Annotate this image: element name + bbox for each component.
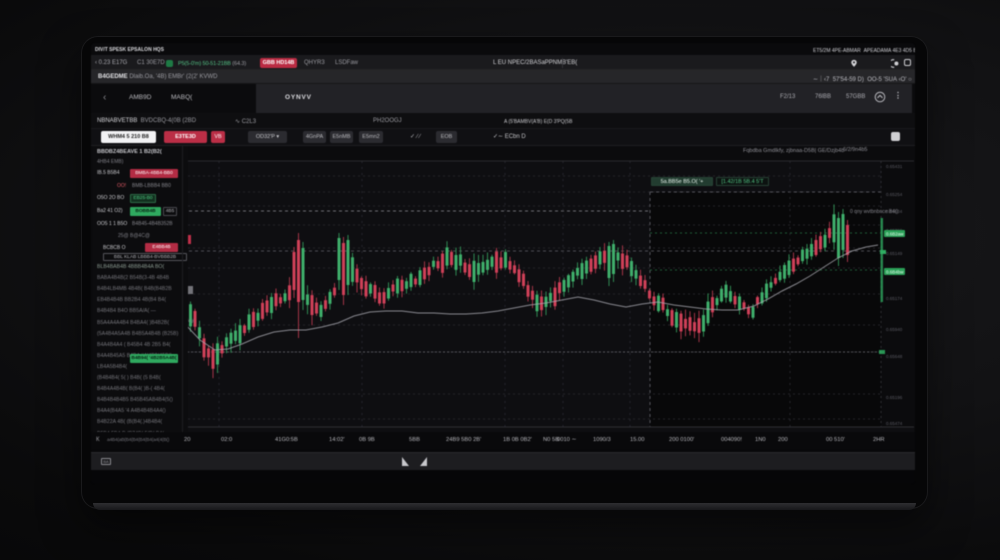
svg-text:0.65940: 0.65940 bbox=[886, 327, 903, 332]
svg-text:0.65254: 0.65254 bbox=[886, 192, 903, 197]
svg-text:0.6B4bw: 0.6B4bw bbox=[886, 270, 904, 275]
svg-text:0.65174: 0.65174 bbox=[886, 296, 903, 301]
svg-text:0.65149: 0.65149 bbox=[886, 251, 903, 256]
svg-text:0.65196: 0.65196 bbox=[886, 395, 903, 400]
svg-text:0.65474: 0.65474 bbox=[886, 421, 903, 426]
svg-text:0.65648: 0.65648 bbox=[886, 354, 903, 359]
svg-text:0.65431: 0.65431 bbox=[886, 164, 903, 169]
svg-text:0.6B2aw: 0.6B2aw bbox=[886, 232, 904, 237]
